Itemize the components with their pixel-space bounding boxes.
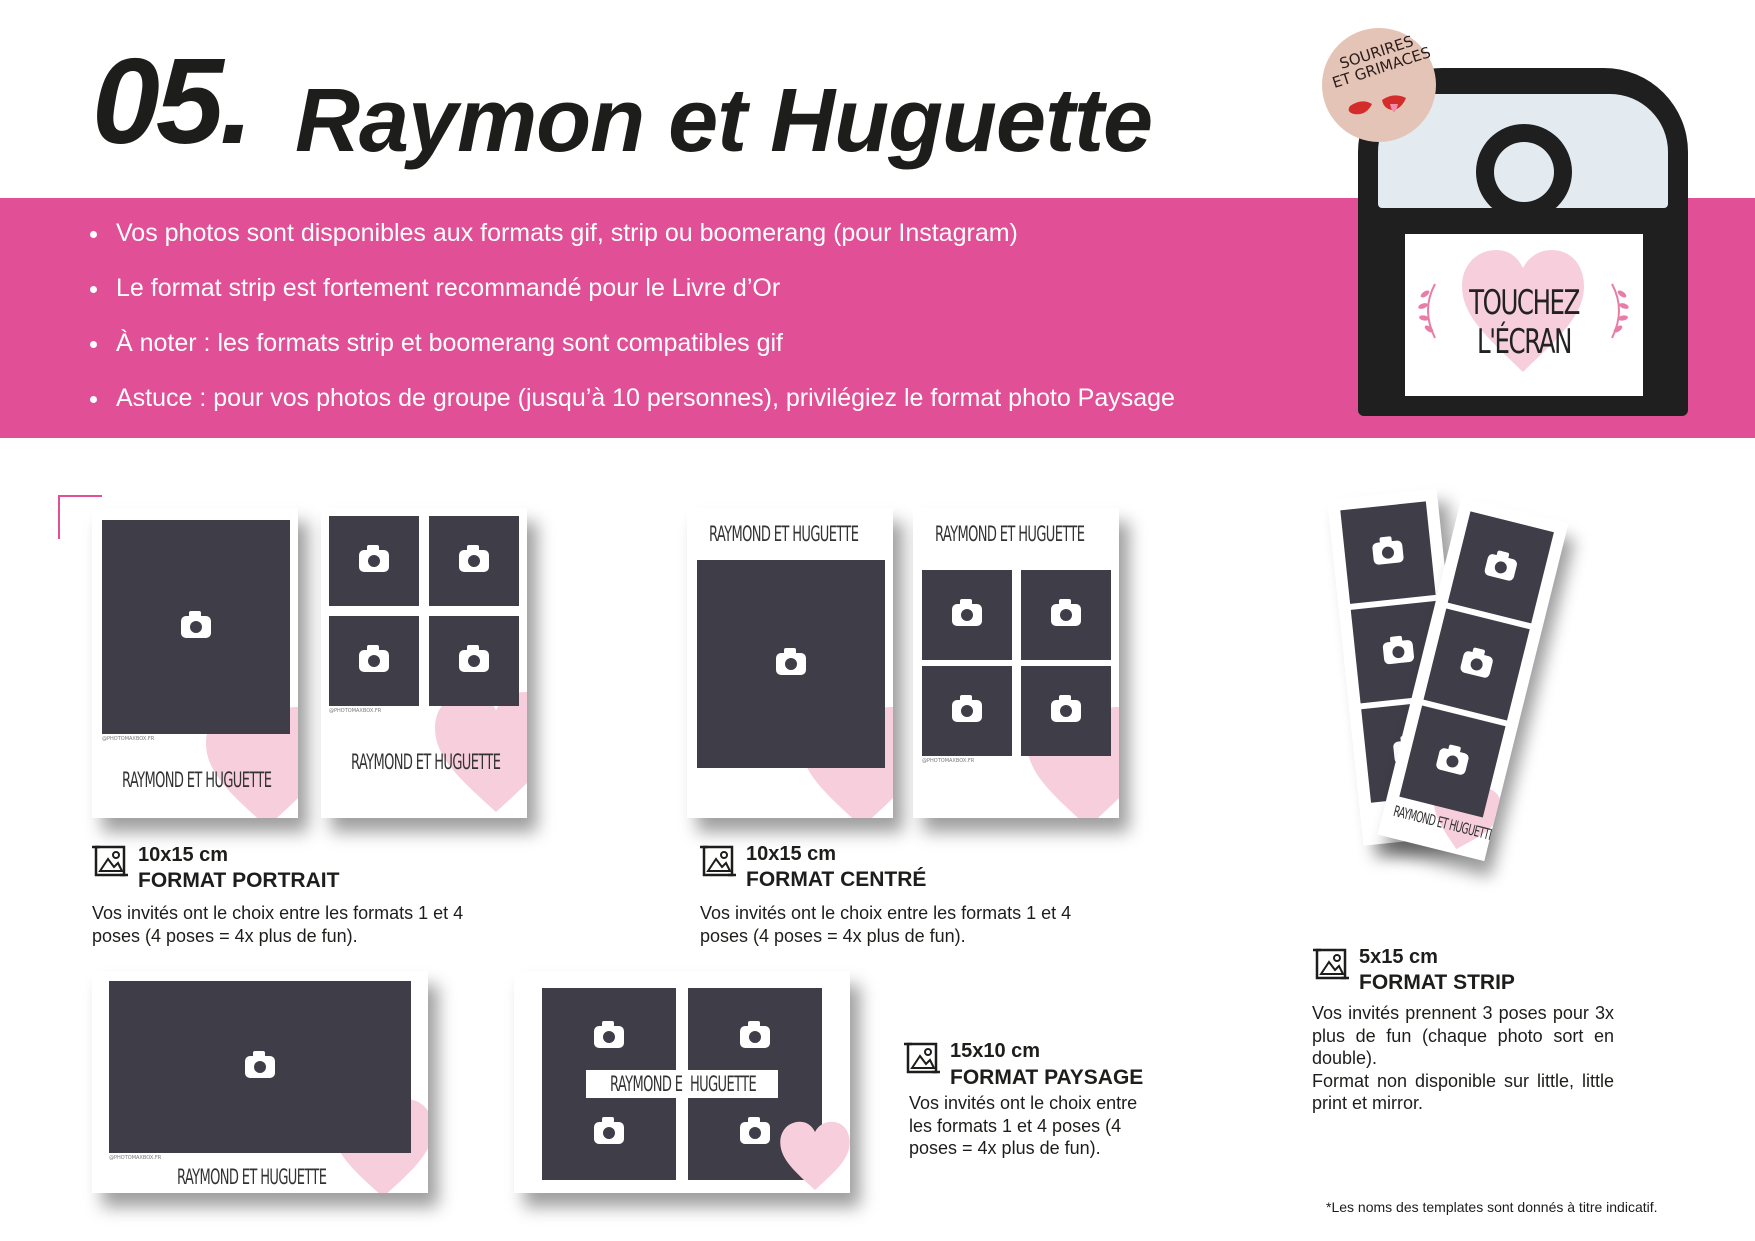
template-centre-1pose: RAYMOND ET HUGUETTE xyxy=(687,508,893,818)
camera-icon xyxy=(1382,639,1415,665)
photo-slot xyxy=(429,616,519,706)
heart-decoration xyxy=(780,1121,850,1191)
format-size: 5x15 cm xyxy=(1359,946,1438,968)
touch-screen-text: TOUCHEZ L'ÉCRAN xyxy=(1438,284,1609,362)
photo-slot xyxy=(1340,501,1436,604)
photo-slot xyxy=(429,516,519,606)
template-brand: RAYMOND ET HUGUETTE xyxy=(122,768,272,792)
format-description-line2: Format non disponible sur little, little… xyxy=(1312,1070,1614,1114)
photo-slot xyxy=(1021,666,1111,756)
format-name: FORMAT PAYSAGE xyxy=(950,1066,1144,1089)
template-brand: RAYMOND ET HUGUETTE xyxy=(177,1165,327,1189)
camera-icon xyxy=(359,545,389,572)
format-description: Vos invités ont le choix entre les forma… xyxy=(92,903,464,946)
format-description: Vos invités prennent 3 poses pour 3x plu… xyxy=(1312,1002,1614,1115)
template-centre-4poses: RAYMOND ET HUGUETTE @PHOTOMAXBOX.FR xyxy=(913,508,1119,818)
format-description: Vos invités ont le choix entre les forma… xyxy=(700,903,1072,946)
photo-slot xyxy=(697,560,885,768)
photo-slot xyxy=(922,570,1012,660)
camera-icon xyxy=(1435,747,1470,776)
format-description: Vos invités ont le choix entre les forma… xyxy=(909,1093,1138,1158)
photo-slot xyxy=(329,616,419,706)
template-credit: @PHOTOMAXBOX.FR xyxy=(922,758,975,764)
format-size: 15x10 cm xyxy=(950,1040,1041,1062)
camera-icon xyxy=(740,1021,770,1048)
camera-icon xyxy=(1483,553,1519,582)
template-brand: RAYMOND ET HUGUETTE xyxy=(935,522,1085,546)
laurel-icon xyxy=(1418,283,1436,339)
template-brand-right: HUGUETTE xyxy=(690,1072,757,1096)
photo-format-icon xyxy=(904,1042,940,1074)
footnote: *Les noms des templates sont donnés à ti… xyxy=(1326,1199,1658,1215)
laurel-icon xyxy=(1611,283,1629,339)
camera-icon xyxy=(594,1021,624,1048)
template-brand: RAYMOND ET HUGUETTE xyxy=(709,522,859,546)
camera-icon xyxy=(359,645,389,672)
camera-icon xyxy=(245,1051,275,1078)
section-number: 05. xyxy=(92,33,254,169)
bullet-item: Astuce : pour vos photos de groupe (jusq… xyxy=(90,379,1175,434)
camera-icon xyxy=(459,545,489,572)
format-size: 10x15 cm xyxy=(746,843,837,865)
photo-format-icon xyxy=(700,845,736,877)
format-name: FORMAT PORTRAIT xyxy=(138,869,340,892)
template-credit: @PHOTOMAXBOX.FR xyxy=(109,1155,162,1161)
bullet-item: Vos photos sont disponibles aux formats … xyxy=(90,214,1175,269)
touch-screen-line1: TOUCHEZ xyxy=(1469,283,1580,323)
bullet-item: Le format strip est fortement recommandé… xyxy=(90,269,1175,324)
touch-screen-line2: L'ÉCRAN xyxy=(1477,322,1572,362)
page-title: Raymon et Huguette xyxy=(295,71,1153,171)
camera-icon xyxy=(181,611,211,638)
camera-icon xyxy=(1459,650,1494,679)
camera-icon xyxy=(1371,540,1405,566)
bullet-item: À noter : les formats strip et boomerang… xyxy=(90,324,1175,379)
photo-slot xyxy=(329,516,419,606)
format-name: FORMAT STRIP xyxy=(1359,971,1515,994)
camera-icon xyxy=(459,645,489,672)
booth-lens xyxy=(1494,142,1554,202)
template-portrait-4poses: @PHOTOMAXBOX.FR RAYMOND ET HUGUETTE xyxy=(321,508,527,818)
photo-slot xyxy=(922,666,1012,756)
camera-icon xyxy=(1051,695,1081,722)
photo-slot xyxy=(1423,608,1530,721)
photo-slot xyxy=(1021,570,1111,660)
bullet-list: Vos photos sont disponibles aux formats … xyxy=(90,214,1175,434)
template-brand: RAYMOND ET HUGUETTE xyxy=(351,750,501,774)
template-paysage-4poses: RAYMOND E HUGUETTE xyxy=(514,971,850,1193)
format-description-line1: Vos invités prennent 3 poses pour 3x plu… xyxy=(1312,1003,1614,1068)
camera-icon xyxy=(594,1117,624,1144)
format-name: FORMAT CENTRÉ xyxy=(746,868,927,891)
photo-slot xyxy=(1447,511,1554,624)
template-paysage-1pose: @PHOTOMAXBOX.FR RAYMOND ET HUGUETTE xyxy=(92,971,428,1193)
camera-icon xyxy=(1051,599,1081,626)
photo-slot xyxy=(102,520,290,734)
photo-format-icon xyxy=(1313,948,1349,980)
template-portrait-1pose: @PHOTOMAXBOX.FR RAYMOND ET HUGUETTE xyxy=(92,508,298,818)
camera-icon xyxy=(952,599,982,626)
format-size: 10x15 cm xyxy=(138,844,229,866)
template-credit: @PHOTOMAXBOX.FR xyxy=(102,736,155,742)
template-credit: @PHOTOMAXBOX.FR xyxy=(329,708,382,714)
photo-slot xyxy=(109,981,411,1153)
photo-format-icon xyxy=(92,845,128,877)
camera-icon xyxy=(776,648,806,675)
camera-icon xyxy=(952,695,982,722)
camera-icon xyxy=(740,1117,770,1144)
template-brand-left: RAYMOND E xyxy=(610,1072,683,1096)
photo-slot xyxy=(542,1088,676,1180)
